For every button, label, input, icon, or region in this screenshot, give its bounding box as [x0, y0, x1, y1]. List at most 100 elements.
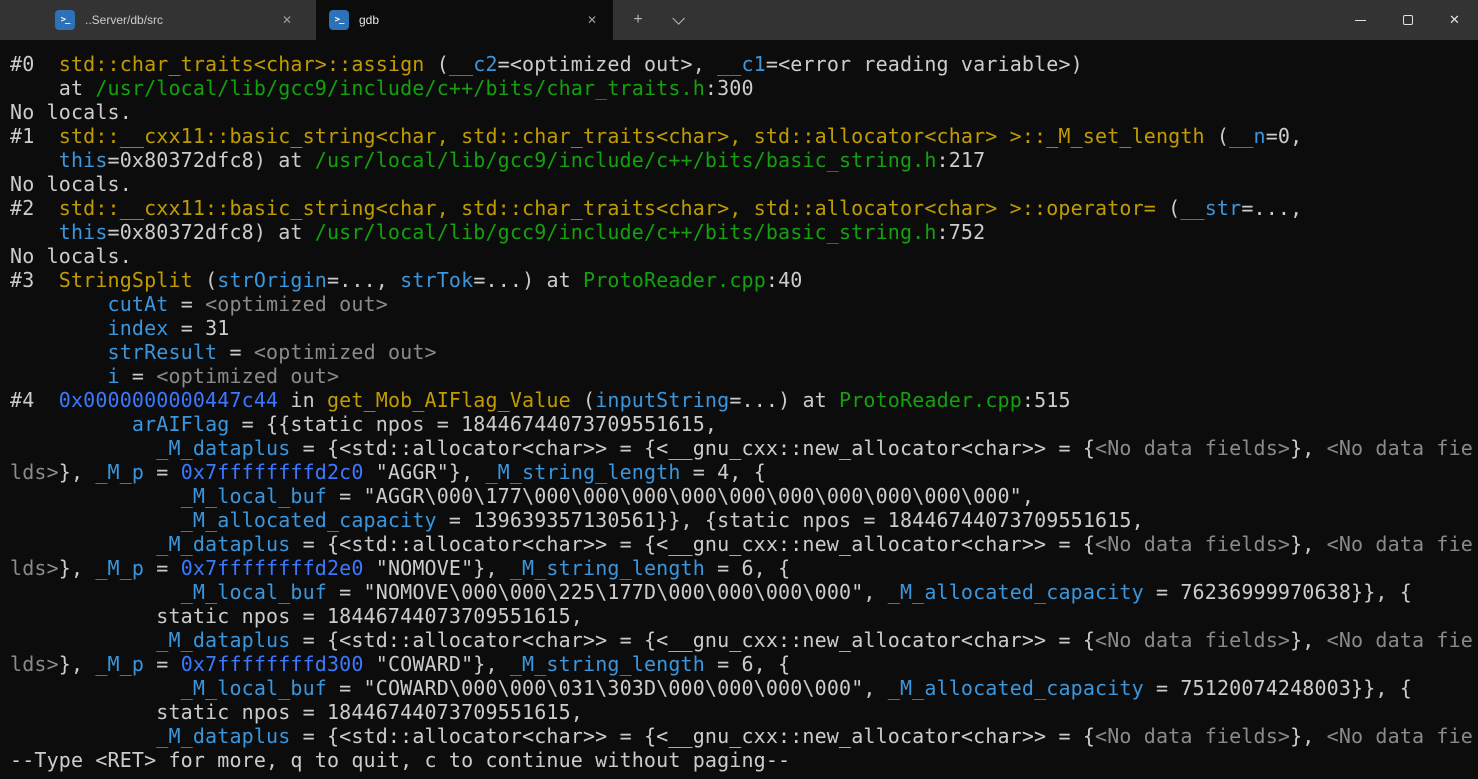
code-segment: }, [59, 652, 96, 676]
code-segment: /usr/local/lib/gcc9/include/c++/bits/cha… [95, 76, 705, 100]
terminal-line: _M_local_buf = "AGGR\000\177\000\000\000… [10, 484, 1478, 508]
minimize-button[interactable] [1337, 0, 1384, 40]
tab-server-db-src[interactable]: >_ ..Server/db/src ✕ [42, 0, 308, 40]
close-button[interactable]: ✕ [1431, 0, 1478, 40]
code-segment: = "COWARD\000\000\031\303D\000\000\000\0… [327, 676, 888, 700]
code-segment: std::__cxx11::basic_string<char, std::ch… [59, 124, 1205, 148]
code-segment: strOrigin [217, 268, 327, 292]
terminal-line: #1 std::__cxx11::basic_string<char, std:… [10, 124, 1478, 148]
code-segment: = [169, 292, 206, 316]
code-segment: _M_dataplus [156, 724, 290, 748]
terminal-line: strResult = <optimized out> [10, 340, 1478, 364]
code-segment: <optimized out> [205, 292, 388, 316]
code-segment: lds> [10, 556, 59, 580]
code-segment: ProtoReader.cpp [839, 388, 1022, 412]
code-segment: 0x7ffffffffd2c0 [181, 460, 364, 484]
code-segment: }, [1290, 724, 1327, 748]
code-segment: :217 [937, 148, 986, 172]
code-segment: /usr/local/lib/gcc9/include/c++/bits/bas… [315, 220, 937, 244]
code-segment: =0, [1266, 124, 1303, 148]
terminal-line: No locals. [10, 172, 1478, 196]
close-icon: ✕ [1449, 12, 1460, 28]
code-segment: = [217, 340, 254, 364]
code-segment: <No data fields> [1095, 532, 1290, 556]
code-segment: _M_allocated_capacity [181, 508, 437, 532]
code-segment: <No data fie [1327, 532, 1473, 556]
code-segment: _M_string_length [510, 652, 705, 676]
terminal-line: static npos = 18446744073709551615, [10, 604, 1478, 628]
minimize-icon [1355, 20, 1366, 21]
code-segment: inputString [595, 388, 729, 412]
tab-gdb[interactable]: >_ gdb ✕ [316, 0, 613, 40]
terminal-line: arAIFlag = {{static npos = 1844674407370… [10, 412, 1478, 436]
terminal-line: lds>}, _M_p = 0x7ffffffffd300 "COWARD"},… [10, 652, 1478, 676]
code-segment: =<optimized out>, [498, 52, 717, 76]
code-segment: = {<std::allocator<char>> = {<__gnu_cxx:… [290, 628, 1095, 652]
code-segment: =0x80372dfc8) at [108, 148, 315, 172]
terminal-line: this=0x80372dfc8) at /usr/local/lib/gcc9… [10, 220, 1478, 244]
code-segment: }, [1290, 628, 1327, 652]
code-segment: StringSplit [59, 268, 193, 292]
code-segment: _M_allocated_capacity [888, 676, 1144, 700]
terminal-line: _M_local_buf = "COWARD\000\000\031\303D\… [10, 676, 1478, 700]
code-segment [10, 364, 108, 388]
code-segment: _M_dataplus [156, 532, 290, 556]
code-segment: in [278, 388, 327, 412]
code-segment: <No data fie [1327, 436, 1473, 460]
new-tab-button[interactable]: + [620, 0, 656, 40]
tab-close-icon[interactable]: ✕ [581, 9, 603, 31]
code-segment: at [10, 76, 95, 100]
code-segment: get_Mob_AIFlag_Value [327, 388, 571, 412]
code-segment: }, [1290, 532, 1327, 556]
terminal-line: _M_allocated_capacity = 139639357130561}… [10, 508, 1478, 532]
code-segment: ( [193, 268, 217, 292]
code-segment: __c1 [717, 52, 766, 76]
code-segment [10, 676, 181, 700]
titlebar[interactable]: >_ ..Server/db/src ✕ >_ gdb ✕ + [0, 0, 1478, 40]
code-segment: _M_string_length [510, 556, 705, 580]
code-segment: <optimized out> [156, 364, 339, 388]
maximize-button[interactable] [1384, 0, 1431, 40]
code-segment: #2 [10, 196, 59, 220]
code-segment [10, 436, 156, 460]
terminal-line: _M_local_buf = "NOMOVE\000\000\225\177D\… [10, 580, 1478, 604]
code-segment: :515 [1022, 388, 1071, 412]
code-segment: _M_dataplus [156, 436, 290, 460]
code-segment [10, 628, 156, 652]
code-segment: <No data fields> [1095, 724, 1290, 748]
terminal-line: _M_dataplus = {<std::allocator<char>> = … [10, 628, 1478, 652]
code-segment: = 4, { [681, 460, 766, 484]
code-segment: = {<std::allocator<char>> = {<__gnu_cxx:… [290, 532, 1095, 556]
chevron-down-icon [672, 12, 685, 25]
code-segment [10, 508, 181, 532]
code-segment: _M_allocated_capacity [888, 580, 1144, 604]
code-segment: _M_p [95, 460, 144, 484]
code-segment: std::char_traits<char>::assign [59, 52, 425, 76]
code-segment: ( [571, 388, 595, 412]
code-segment: __n [1229, 124, 1266, 148]
code-segment: }, [1290, 436, 1327, 460]
code-segment: lds> [10, 460, 59, 484]
terminal-line: #4 0x0000000000447c44 in get_Mob_AIFlag_… [10, 388, 1478, 412]
code-segment: strResult [108, 340, 218, 364]
code-segment: = [144, 556, 181, 580]
code-segment: =<error reading variable>) [766, 52, 1083, 76]
code-segment [10, 292, 108, 316]
code-segment: std::__cxx11::basic_string<char, std::ch… [59, 196, 1156, 220]
tab-dropdown-button[interactable] [658, 0, 694, 40]
code-segment: = {<std::allocator<char>> = {<__gnu_cxx:… [290, 724, 1095, 748]
code-segment: #0 [10, 52, 59, 76]
plus-icon: + [633, 11, 642, 29]
code-segment: #3 [10, 268, 59, 292]
code-segment: _M_dataplus [156, 628, 290, 652]
terminal-line: #3 StringSplit (strOrigin=..., strTok=..… [10, 268, 1478, 292]
tab-close-icon[interactable]: ✕ [276, 9, 298, 31]
code-segment: = 76236999970638}}, { [1144, 580, 1412, 604]
terminal-output[interactable]: #0 std::char_traits<char>::assign (__c2=… [0, 40, 1478, 779]
code-segment [10, 724, 156, 748]
terminal-line: _M_dataplus = {<std::allocator<char>> = … [10, 436, 1478, 460]
code-segment: __c2 [449, 52, 498, 76]
code-segment: :40 [766, 268, 803, 292]
powershell-icon: >_ [55, 10, 75, 30]
tab-title: gdb [359, 13, 581, 27]
